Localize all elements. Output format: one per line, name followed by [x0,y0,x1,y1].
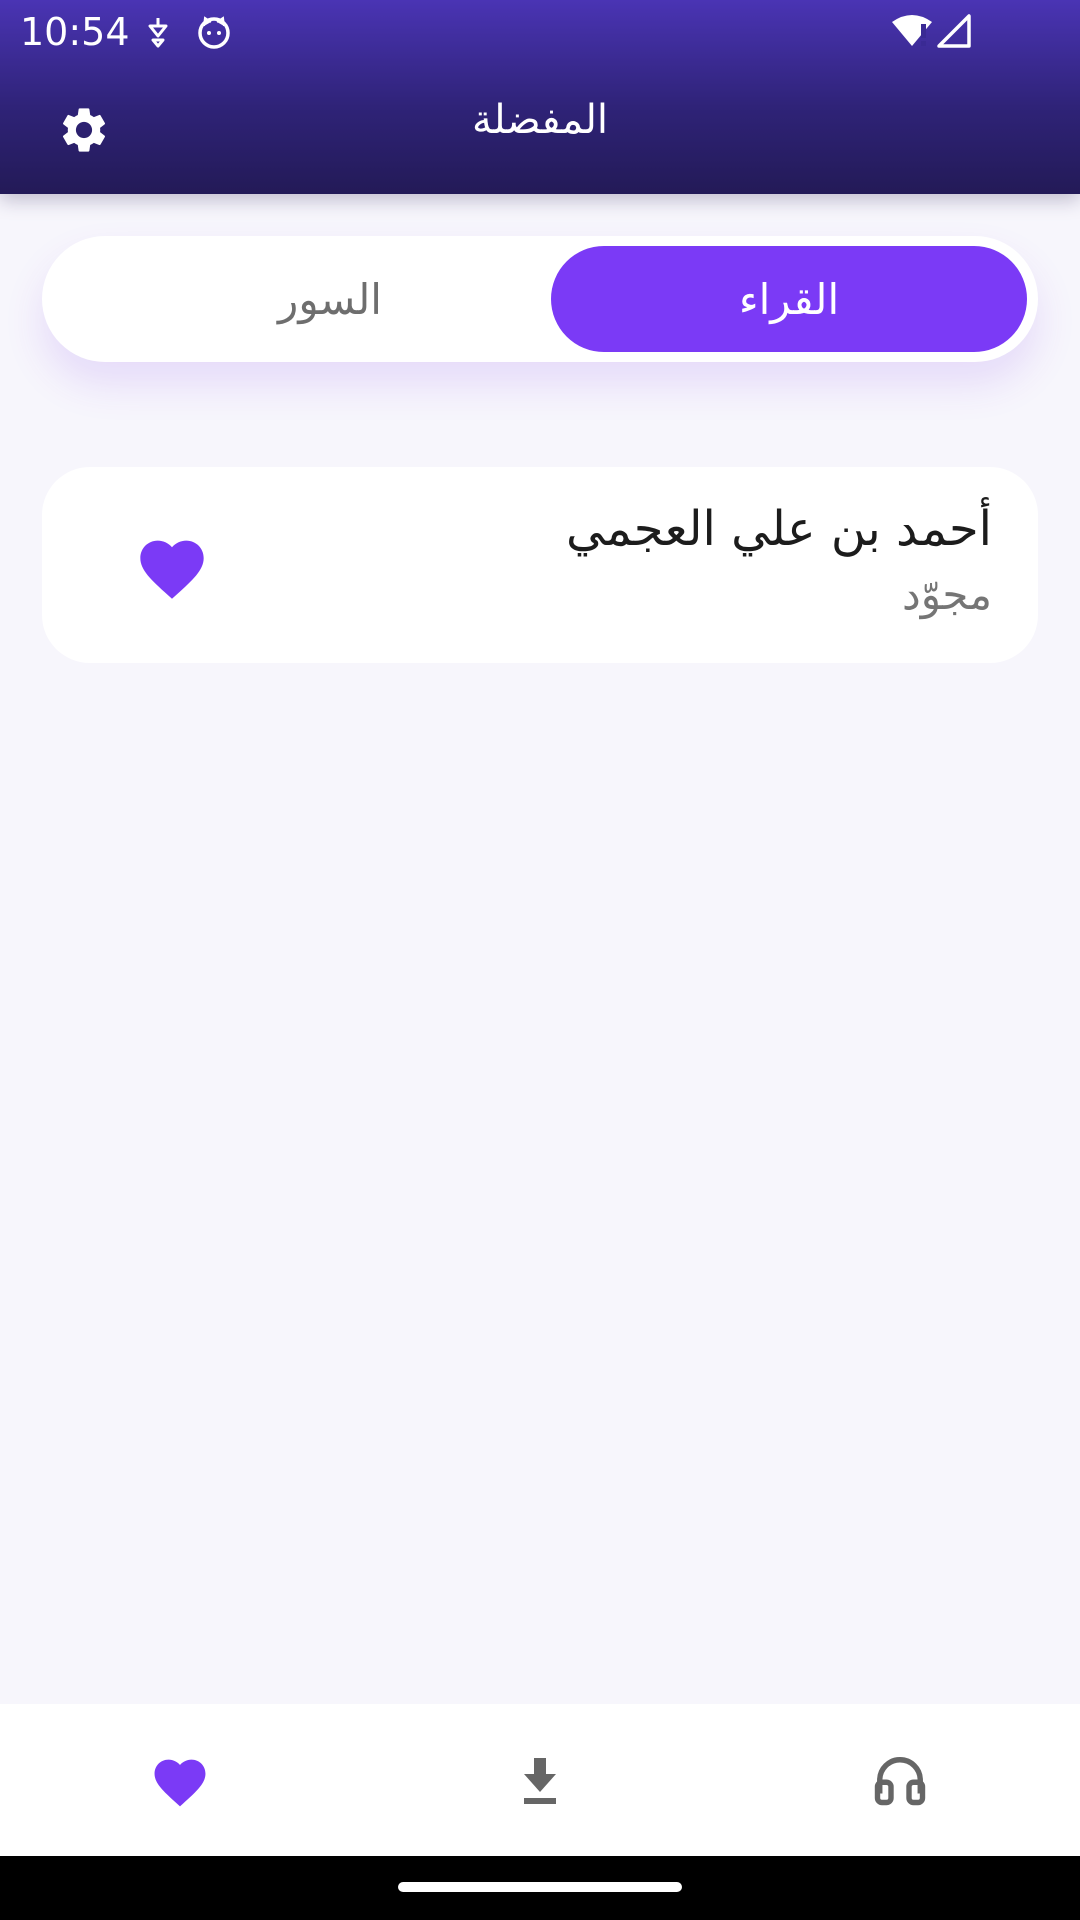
bottom-navigation [0,1704,1080,1856]
notification-icon [148,18,168,48]
segmented-tabs: القراء السور [42,236,1038,362]
cat-face-icon [198,16,230,49]
reciter-name: أحمد بن علي العجمي [565,501,992,557]
app-header: 10:54 المفضلة [0,0,1080,194]
heart-icon [154,1759,206,1807]
heart-icon[interactable] [134,531,210,601]
nav-downloads[interactable] [500,1740,580,1820]
wifi-alert-icon [892,15,932,46]
headphones-icon [874,1757,926,1806]
nav-favorites[interactable] [140,1740,220,1820]
favorite-reciter-card[interactable]: أحمد بن علي العجمي مجوّد [42,467,1038,663]
home-gesture-handle[interactable] [398,1882,682,1892]
recitation-style: مجوّد [901,570,992,619]
download-icon [524,1758,556,1804]
cellular-signal-icon [937,14,971,48]
tab-reciters[interactable]: القراء [551,246,1027,352]
status-time: 10:54 [20,10,130,54]
tab-surahs[interactable]: السور [92,246,568,352]
page-title: المفضلة [471,97,609,143]
nav-listen[interactable] [860,1740,940,1820]
system-gesture-bar [0,1856,1080,1920]
